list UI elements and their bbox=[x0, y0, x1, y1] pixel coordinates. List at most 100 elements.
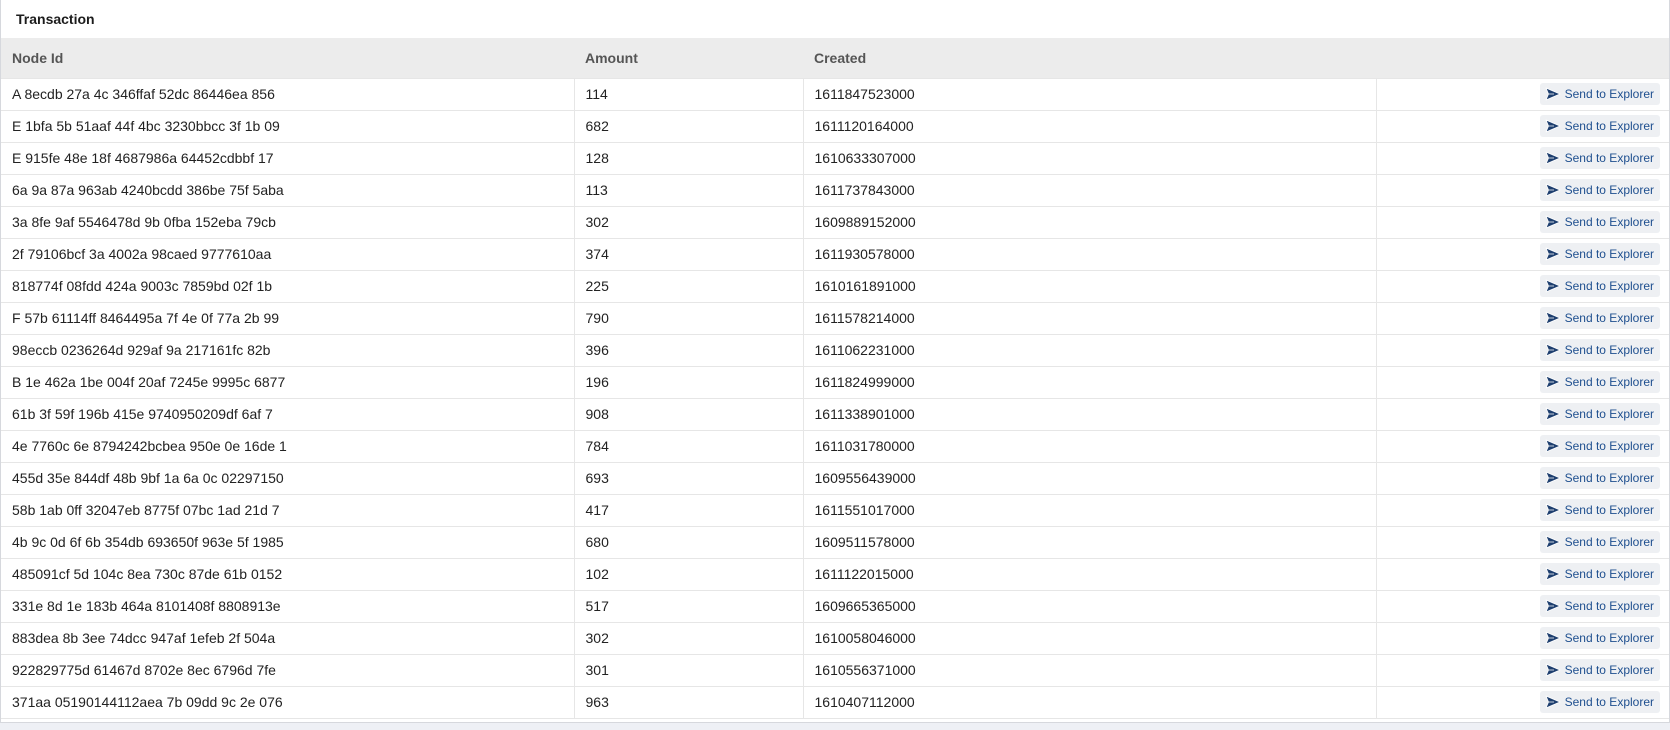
amount-cell: 790 bbox=[574, 302, 804, 334]
table-row[interactable]: 4e 7760c 6e 8794242bcbea 950e 0e 16de 1 … bbox=[1, 430, 1669, 462]
send-to-explorer-label: Send to Explorer bbox=[1564, 343, 1654, 357]
action-cell: Send to Explorer bbox=[1376, 174, 1669, 206]
send-to-explorer-button[interactable]: Send to Explorer bbox=[1539, 627, 1660, 649]
amount-cell: 113 bbox=[574, 174, 804, 206]
amount-cell: 114 bbox=[574, 78, 804, 110]
send-to-explorer-button[interactable]: Send to Explorer bbox=[1539, 307, 1660, 329]
created-cell: 1610407112000 bbox=[803, 686, 1377, 718]
action-cell: Send to Explorer bbox=[1376, 206, 1669, 238]
table-row[interactable]: 2f 79106bcf 3a 4002a 98caed 9777610aa 37… bbox=[1, 238, 1669, 270]
send-to-explorer-button[interactable]: Send to Explorer bbox=[1539, 115, 1660, 137]
send-to-explorer-button[interactable]: Send to Explorer bbox=[1539, 563, 1660, 585]
amount-cell: 302 bbox=[574, 622, 804, 654]
table-row[interactable]: 61b 3f 59f 196b 415e 9740950209df 6af 7 … bbox=[1, 398, 1669, 430]
table-row[interactable]: E 915fe 48e 18f 4687986a 64452cdbbf 17 1… bbox=[1, 142, 1669, 174]
table-row[interactable]: A 8ecdb 27a 4c 346ffaf 52dc 86446ea 856 … bbox=[1, 78, 1669, 110]
send-to-explorer-label: Send to Explorer bbox=[1564, 279, 1654, 293]
send-to-explorer-button[interactable]: Send to Explorer bbox=[1539, 595, 1660, 617]
column-header-node-id[interactable]: Node Id bbox=[1, 38, 574, 78]
table-row[interactable]: F 57b 61114ff 8464495a 7f 4e 0f 77a 2b 9… bbox=[1, 302, 1669, 334]
table-row[interactable]: 485091cf 5d 104c 8ea 730c 87de 61b 0152 … bbox=[1, 558, 1669, 590]
node-id-cell: 4b 9c 0d 6f 6b 354db 693650f 963e 5f 198… bbox=[1, 526, 575, 558]
send-icon bbox=[1545, 503, 1561, 517]
action-cell: Send to Explorer bbox=[1376, 590, 1669, 622]
send-to-explorer-label: Send to Explorer bbox=[1564, 87, 1654, 101]
created-cell: 1611122015000 bbox=[803, 558, 1377, 590]
table-row[interactable]: E 1bfa 5b 51aaf 44f 4bc 3230bbcc 3f 1b 0… bbox=[1, 110, 1669, 142]
created-cell: 1610556371000 bbox=[803, 654, 1377, 686]
send-to-explorer-button[interactable]: Send to Explorer bbox=[1539, 531, 1660, 553]
send-icon bbox=[1545, 247, 1561, 261]
send-to-explorer-button[interactable]: Send to Explorer bbox=[1539, 499, 1660, 521]
table-row[interactable]: B 1e 462a 1be 004f 20af 7245e 9995c 6877… bbox=[1, 366, 1669, 398]
table-row[interactable]: 3a 8fe 9af 5546478d 9b 0fba 152eba 79cb … bbox=[1, 206, 1669, 238]
action-cell: Send to Explorer bbox=[1376, 462, 1669, 494]
amount-cell: 417 bbox=[574, 494, 804, 526]
send-to-explorer-label: Send to Explorer bbox=[1564, 407, 1654, 421]
send-icon bbox=[1545, 119, 1561, 133]
send-to-explorer-button[interactable]: Send to Explorer bbox=[1539, 275, 1660, 297]
node-id-cell: F 57b 61114ff 8464495a 7f 4e 0f 77a 2b 9… bbox=[1, 302, 575, 334]
node-id-cell: 371aa 05190144112aea 7b 09dd 9c 2e 076 bbox=[1, 686, 575, 718]
amount-cell: 396 bbox=[574, 334, 804, 366]
node-id-cell: 2f 79106bcf 3a 4002a 98caed 9777610aa bbox=[1, 238, 575, 270]
send-to-explorer-label: Send to Explorer bbox=[1564, 471, 1654, 485]
send-icon bbox=[1545, 535, 1561, 549]
amount-cell: 102 bbox=[574, 558, 804, 590]
created-cell: 1610161891000 bbox=[803, 270, 1377, 302]
amount-cell: 908 bbox=[574, 398, 804, 430]
created-cell: 1611824999000 bbox=[803, 366, 1377, 398]
node-id-cell: 455d 35e 844df 48b 9bf 1a 6a 0c 02297150 bbox=[1, 462, 575, 494]
table-row[interactable]: 6a 9a 87a 963ab 4240bcdd 386be 75f 5aba … bbox=[1, 174, 1669, 206]
table-row[interactable]: 818774f 08fdd 424a 9003c 7859bd 02f 1b 2… bbox=[1, 270, 1669, 302]
send-icon bbox=[1545, 567, 1561, 581]
amount-cell: 301 bbox=[574, 654, 804, 686]
table-row[interactable]: 455d 35e 844df 48b 9bf 1a 6a 0c 02297150… bbox=[1, 462, 1669, 494]
send-to-explorer-button[interactable]: Send to Explorer bbox=[1539, 403, 1660, 425]
action-cell: Send to Explorer bbox=[1376, 270, 1669, 302]
action-cell: Send to Explorer bbox=[1376, 622, 1669, 654]
send-to-explorer-label: Send to Explorer bbox=[1564, 375, 1654, 389]
send-to-explorer-button[interactable]: Send to Explorer bbox=[1539, 371, 1660, 393]
send-to-explorer-button[interactable]: Send to Explorer bbox=[1539, 659, 1660, 681]
send-to-explorer-label: Send to Explorer bbox=[1564, 311, 1654, 325]
send-icon bbox=[1545, 183, 1561, 197]
send-to-explorer-label: Send to Explorer bbox=[1564, 663, 1654, 677]
table-row[interactable]: 371aa 05190144112aea 7b 09dd 9c 2e 076 9… bbox=[1, 686, 1669, 718]
created-cell: 1609889152000 bbox=[803, 206, 1377, 238]
send-icon bbox=[1545, 631, 1561, 645]
send-to-explorer-label: Send to Explorer bbox=[1564, 535, 1654, 549]
send-to-explorer-button[interactable]: Send to Explorer bbox=[1539, 435, 1660, 457]
created-cell: 1611031780000 bbox=[803, 430, 1377, 462]
send-to-explorer-button[interactable]: Send to Explorer bbox=[1539, 147, 1660, 169]
node-id-cell: A 8ecdb 27a 4c 346ffaf 52dc 86446ea 856 bbox=[1, 78, 575, 110]
table-row[interactable]: 58b 1ab 0ff 32047eb 8775f 07bc 1ad 21d 7… bbox=[1, 494, 1669, 526]
action-cell: Send to Explorer bbox=[1376, 430, 1669, 462]
send-icon bbox=[1545, 87, 1561, 101]
send-to-explorer-button[interactable]: Send to Explorer bbox=[1539, 179, 1660, 201]
column-header-amount[interactable]: Amount bbox=[574, 38, 803, 78]
node-id-cell: E 1bfa 5b 51aaf 44f 4bc 3230bbcc 3f 1b 0… bbox=[1, 110, 575, 142]
amount-cell: 225 bbox=[574, 270, 804, 302]
amount-cell: 963 bbox=[574, 686, 804, 718]
created-cell: 1609665365000 bbox=[803, 590, 1377, 622]
send-to-explorer-button[interactable]: Send to Explorer bbox=[1539, 211, 1660, 233]
send-to-explorer-button[interactable]: Send to Explorer bbox=[1539, 83, 1660, 105]
node-id-cell: 883dea 8b 3ee 74dcc 947af 1efeb 2f 504a bbox=[1, 622, 575, 654]
send-to-explorer-button[interactable]: Send to Explorer bbox=[1539, 467, 1660, 489]
send-to-explorer-label: Send to Explorer bbox=[1564, 439, 1654, 453]
column-header-created[interactable]: Created bbox=[803, 38, 1376, 78]
send-to-explorer-button[interactable]: Send to Explorer bbox=[1539, 243, 1660, 265]
table-row[interactable]: 922829775d 61467d 8702e 8ec 6796d 7fe 30… bbox=[1, 654, 1669, 686]
send-to-explorer-button[interactable]: Send to Explorer bbox=[1539, 691, 1660, 713]
created-cell: 1611930578000 bbox=[803, 238, 1377, 270]
table-row[interactable]: 883dea 8b 3ee 74dcc 947af 1efeb 2f 504a … bbox=[1, 622, 1669, 654]
send-to-explorer-button[interactable]: Send to Explorer bbox=[1539, 339, 1660, 361]
created-cell: 1611578214000 bbox=[803, 302, 1377, 334]
table-row[interactable]: 331e 8d 1e 183b 464a 8101408f 8808913e 5… bbox=[1, 590, 1669, 622]
send-icon bbox=[1545, 663, 1561, 677]
node-id-cell: 61b 3f 59f 196b 415e 9740950209df 6af 7 bbox=[1, 398, 575, 430]
table-row[interactable]: 4b 9c 0d 6f 6b 354db 693650f 963e 5f 198… bbox=[1, 526, 1669, 558]
amount-cell: 784 bbox=[574, 430, 804, 462]
table-row[interactable]: 98eccb 0236264d 929af 9a 217161fc 82b 39… bbox=[1, 334, 1669, 366]
